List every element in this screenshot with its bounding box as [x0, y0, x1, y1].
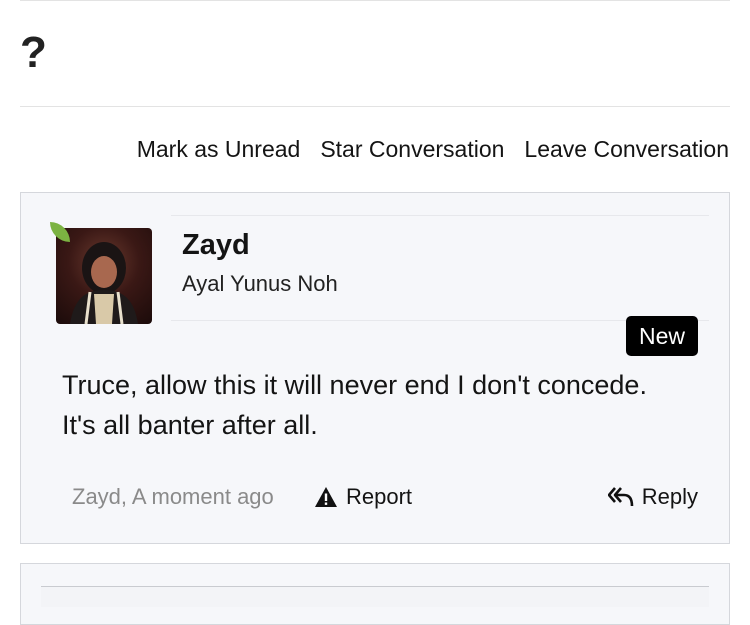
- avatar-person-icon: [70, 242, 138, 324]
- message-footer: Zayd, A moment ago Report Reply: [72, 481, 698, 513]
- mark-unread-link[interactable]: Mark as Unread: [137, 136, 301, 163]
- top-divider: [20, 0, 730, 1]
- reply-label: Reply: [641, 484, 698, 509]
- new-badge: New: [626, 316, 698, 356]
- avatar[interactable]: [56, 228, 152, 324]
- reply-button[interactable]: Reply: [607, 481, 698, 513]
- message-body: Truce, allow this it will never end I do…: [62, 370, 647, 440]
- message-user-title: Ayal Yunus Noh: [182, 271, 338, 296]
- next-message-card: [20, 563, 730, 625]
- next-message-inner: [41, 586, 709, 607]
- online-indicator-icon: [50, 222, 70, 242]
- report-label: Report: [346, 484, 413, 509]
- reply-all-icon: [607, 487, 634, 507]
- conversation-actions: Mark as Unread Star Conversation Leave C…: [137, 136, 729, 163]
- leave-conversation-link[interactable]: Leave Conversation: [524, 136, 729, 163]
- page-title: ?: [20, 28, 47, 77]
- message-meta[interactable]: Zayd, A moment ago: [72, 481, 274, 513]
- warning-icon: [315, 487, 337, 507]
- message-username[interactable]: Zayd: [182, 229, 250, 262]
- user-info-block: [171, 215, 709, 321]
- star-conversation-link[interactable]: Star Conversation: [320, 136, 504, 163]
- report-button[interactable]: Report: [314, 481, 412, 513]
- title-divider: [20, 106, 730, 107]
- message-card: Zayd Ayal Yunus Noh New Truce, allow thi…: [20, 192, 730, 544]
